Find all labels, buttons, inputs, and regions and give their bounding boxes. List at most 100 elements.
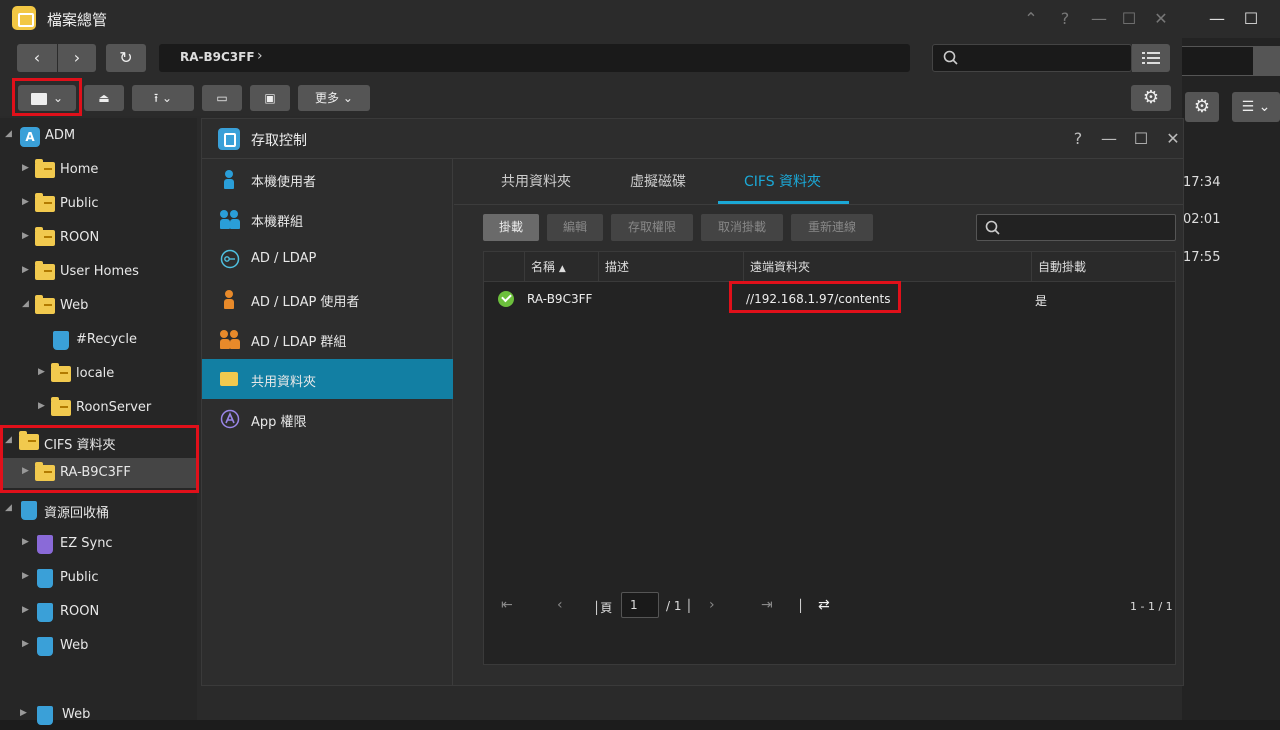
toolbar: ⌄ ⏏ ⭱ ⌄ ▭ ▣ 更多 ⌄ ⚙: [0, 80, 1182, 116]
access-rights-button[interactable]: 存取權限: [611, 214, 693, 241]
menu-item-app-permissions[interactable]: App 權限: [202, 399, 453, 439]
list-view-button[interactable]: [1132, 44, 1170, 72]
column-header-remote-folder[interactable]: 遠端資料夾: [743, 252, 1031, 282]
last-page-icon[interactable]: ⇥: [761, 597, 773, 613]
column-header-name[interactable]: 名稱 ▲: [524, 252, 598, 282]
menu-item-local-users[interactable]: 本機使用者: [202, 159, 453, 199]
collapsed-arrow-icon[interactable]: ▶: [38, 401, 45, 411]
eject-button[interactable]: ⏏: [84, 85, 124, 111]
tab-virtual-disk[interactable]: 虛擬磁碟: [630, 171, 686, 191]
collapsed-arrow-icon[interactable]: ▶: [22, 571, 29, 581]
recycle-bin-icon: [37, 637, 53, 656]
maximize-icon[interactable]: ☐: [1130, 128, 1152, 150]
menu-item-ad-ldap-groups[interactable]: AD / LDAP 群組: [202, 319, 453, 359]
page-label: │頁: [593, 601, 613, 615]
menu-item-label: AD / LDAP: [251, 251, 317, 266]
collapsed-arrow-icon[interactable]: ▶: [22, 537, 29, 547]
tree-node[interactable]: ◢ 資源回收桶: [0, 495, 197, 525]
menu-item-label: 共用資料夾: [251, 375, 317, 390]
tab-cifs-folders[interactable]: CIFS 資料夾: [744, 171, 821, 191]
tree-node[interactable]: ▶ ROON: [0, 223, 197, 253]
close-icon[interactable]: ✕: [1162, 128, 1184, 150]
tree-node-label: locale: [76, 366, 115, 381]
search-input[interactable]: [976, 214, 1176, 241]
background-view-icon[interactable]: ☰ ⌄: [1232, 92, 1280, 122]
minimize-icon[interactable]: —: [1088, 8, 1110, 30]
tree-node[interactable]: ◢ A ADM: [0, 121, 197, 151]
collapsed-arrow-icon[interactable]: ▶: [22, 639, 29, 649]
background-settings-icon[interactable]: ⚙: [1185, 92, 1219, 122]
breadcrumb-item[interactable]: RA-B9C3FF: [180, 50, 255, 64]
upload-icon: ⭱: [153, 91, 159, 105]
tree-node[interactable]: ▶ Public: [0, 563, 197, 593]
forward-button[interactable]: ›: [58, 44, 96, 72]
tree-node[interactable]: ▶ ROON: [0, 597, 197, 627]
reconnect-button[interactable]: 重新連線: [791, 214, 873, 241]
next-page-icon[interactable]: ›: [709, 597, 715, 613]
menu-item-ad-ldap-users[interactable]: AD / LDAP 使用者: [202, 279, 453, 319]
column-header-description[interactable]: 描述: [598, 252, 743, 282]
background-list-icon[interactable]: [1254, 46, 1280, 76]
first-page-icon[interactable]: ⇤: [501, 597, 513, 613]
maximize-icon[interactable]: ☐: [1118, 8, 1140, 30]
help-icon[interactable]: ?: [1054, 8, 1076, 30]
collapsed-arrow-icon[interactable]: ▶: [22, 197, 29, 207]
tree-node[interactable]: ◢ Web: [0, 291, 197, 321]
menu-item-label: App 權限: [251, 415, 307, 430]
minimize-icon[interactable]: —: [1098, 128, 1120, 150]
tree-node[interactable]: ▶ RoonServer: [0, 393, 197, 423]
dialog-title: 存取控制: [251, 133, 307, 149]
menu-item-ad-ldap[interactable]: AD / LDAP: [202, 239, 453, 279]
settings-button[interactable]: ⚙: [1131, 85, 1171, 111]
prev-page-icon[interactable]: ‹: [557, 597, 563, 613]
more-button[interactable]: 更多 ⌄: [298, 85, 370, 111]
chevron-down-icon: ⌄: [161, 91, 173, 105]
refresh-icon[interactable]: ⇄: [818, 597, 830, 613]
collapsed-arrow-icon[interactable]: ▶: [22, 163, 29, 173]
select-all-button[interactable]: ▣: [250, 85, 290, 111]
new-folder-button[interactable]: ▭: [202, 85, 242, 111]
tree-node[interactable]: ▶ Web: [0, 631, 197, 661]
tree-node[interactable]: ▶ locale: [0, 359, 197, 389]
collapsed-arrow-icon[interactable]: ▶: [20, 708, 27, 718]
collapsed-arrow-icon[interactable]: ▶: [22, 265, 29, 275]
breadcrumb[interactable]: RA-B9C3FF ›: [159, 44, 910, 72]
maximize-icon[interactable]: ☐: [1240, 8, 1262, 30]
collapse-icon[interactable]: ⌃: [1020, 8, 1042, 30]
tree-node-label: ROON: [60, 604, 100, 619]
tree-node[interactable]: ▶ User Homes: [0, 257, 197, 287]
tree-node-label: Web: [60, 638, 89, 653]
tree-node[interactable]: ▶ Home: [0, 155, 197, 185]
tree-node[interactable]: #Recycle: [0, 325, 197, 355]
tree-node[interactable]: ▶ EZ Sync: [0, 529, 197, 559]
refresh-button[interactable]: ↻: [106, 44, 146, 72]
back-button[interactable]: ‹: [17, 44, 57, 72]
mount-button[interactable]: 掛載: [483, 214, 539, 241]
collapsed-arrow-icon[interactable]: ▶: [22, 605, 29, 615]
search-input[interactable]: [932, 44, 1132, 72]
tree-node[interactable]: ▶ Public: [0, 189, 197, 219]
help-icon[interactable]: ?: [1067, 128, 1089, 150]
collapsed-arrow-icon[interactable]: ▶: [22, 231, 29, 241]
menu-item-local-groups[interactable]: 本機群組: [202, 199, 453, 239]
expanded-arrow-icon[interactable]: ◢: [5, 129, 12, 139]
chevron-right-icon: ›: [257, 48, 263, 64]
upload-button[interactable]: ⭱ ⌄: [132, 85, 194, 111]
background-search[interactable]: [1180, 46, 1254, 76]
menu-item-shared-folders[interactable]: 共用資料夾: [202, 359, 453, 399]
search-icon: [943, 50, 958, 65]
page-number-input[interactable]: 1: [621, 592, 659, 618]
expanded-arrow-icon[interactable]: ◢: [22, 299, 29, 309]
recycle-bin-icon: [37, 569, 53, 588]
unmount-button[interactable]: 取消掛載: [701, 214, 783, 241]
tree-node-label: Web: [60, 298, 89, 313]
tree-node-label: EZ Sync: [60, 536, 113, 551]
expanded-arrow-icon[interactable]: ◢: [5, 503, 12, 513]
edit-button[interactable]: 編輯: [547, 214, 603, 241]
column-header-automount[interactable]: 自動掛載: [1031, 252, 1175, 282]
collapsed-arrow-icon[interactable]: ▶: [38, 367, 45, 377]
minimize-icon[interactable]: —: [1206, 8, 1228, 30]
tree-node[interactable]: ▶ Web: [0, 700, 197, 730]
close-icon[interactable]: ✕: [1150, 8, 1172, 30]
tab-shared-folders[interactable]: 共用資料夾: [501, 171, 571, 191]
